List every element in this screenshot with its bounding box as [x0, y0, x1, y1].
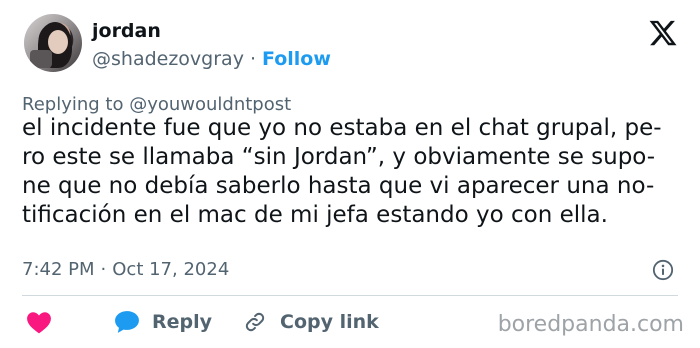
tweet-text-line: ro este se llamaba “sin Jordan”, y obvia…	[22, 144, 656, 170]
author-name[interactable]: jordan	[92, 20, 161, 42]
heart-icon[interactable]	[26, 310, 52, 334]
info-icon[interactable]	[652, 259, 674, 281]
x-logo-icon[interactable]	[648, 18, 678, 48]
author-meta-line: @shadezovgray · Follow	[92, 48, 331, 70]
tweet-text-line: ne que no debía saberlo hasta que vi apa…	[22, 173, 655, 199]
reply-label: Reply	[152, 311, 213, 333]
reply-button[interactable]: Reply	[114, 310, 212, 334]
author-handle[interactable]: @shadezovgray	[92, 48, 244, 70]
tweet-time: 7:42 PM	[22, 259, 95, 280]
copy-link-button[interactable]: Copy link	[244, 311, 379, 333]
tweet-text: el incidente fue que yo no estaba en el …	[22, 114, 682, 230]
divider	[22, 295, 678, 296]
tweet-actions: Reply Copy link	[22, 307, 379, 337]
author-avatar[interactable]	[24, 14, 82, 72]
follow-button[interactable]: Follow	[262, 48, 331, 70]
tweet-timestamp[interactable]: 7:42 PM · Oct 17, 2024	[22, 259, 229, 280]
speech-bubble-icon	[115, 311, 139, 333]
tweet-text-line: el incidente fue que yo no estaba en el …	[22, 115, 662, 141]
replying-to-label: Replying to @youwouldntpost	[22, 94, 292, 115]
tweet-date: Oct 17, 2024	[112, 259, 230, 280]
watermark: boredpanda.com	[497, 312, 684, 337]
link-icon	[245, 312, 265, 332]
tweet-text-line: tificación en el mac de mi jefa estando …	[22, 202, 608, 228]
copy-link-label: Copy link	[280, 311, 379, 333]
timestamp-separator: ·	[100, 259, 107, 280]
handle-separator: ·	[249, 48, 256, 70]
